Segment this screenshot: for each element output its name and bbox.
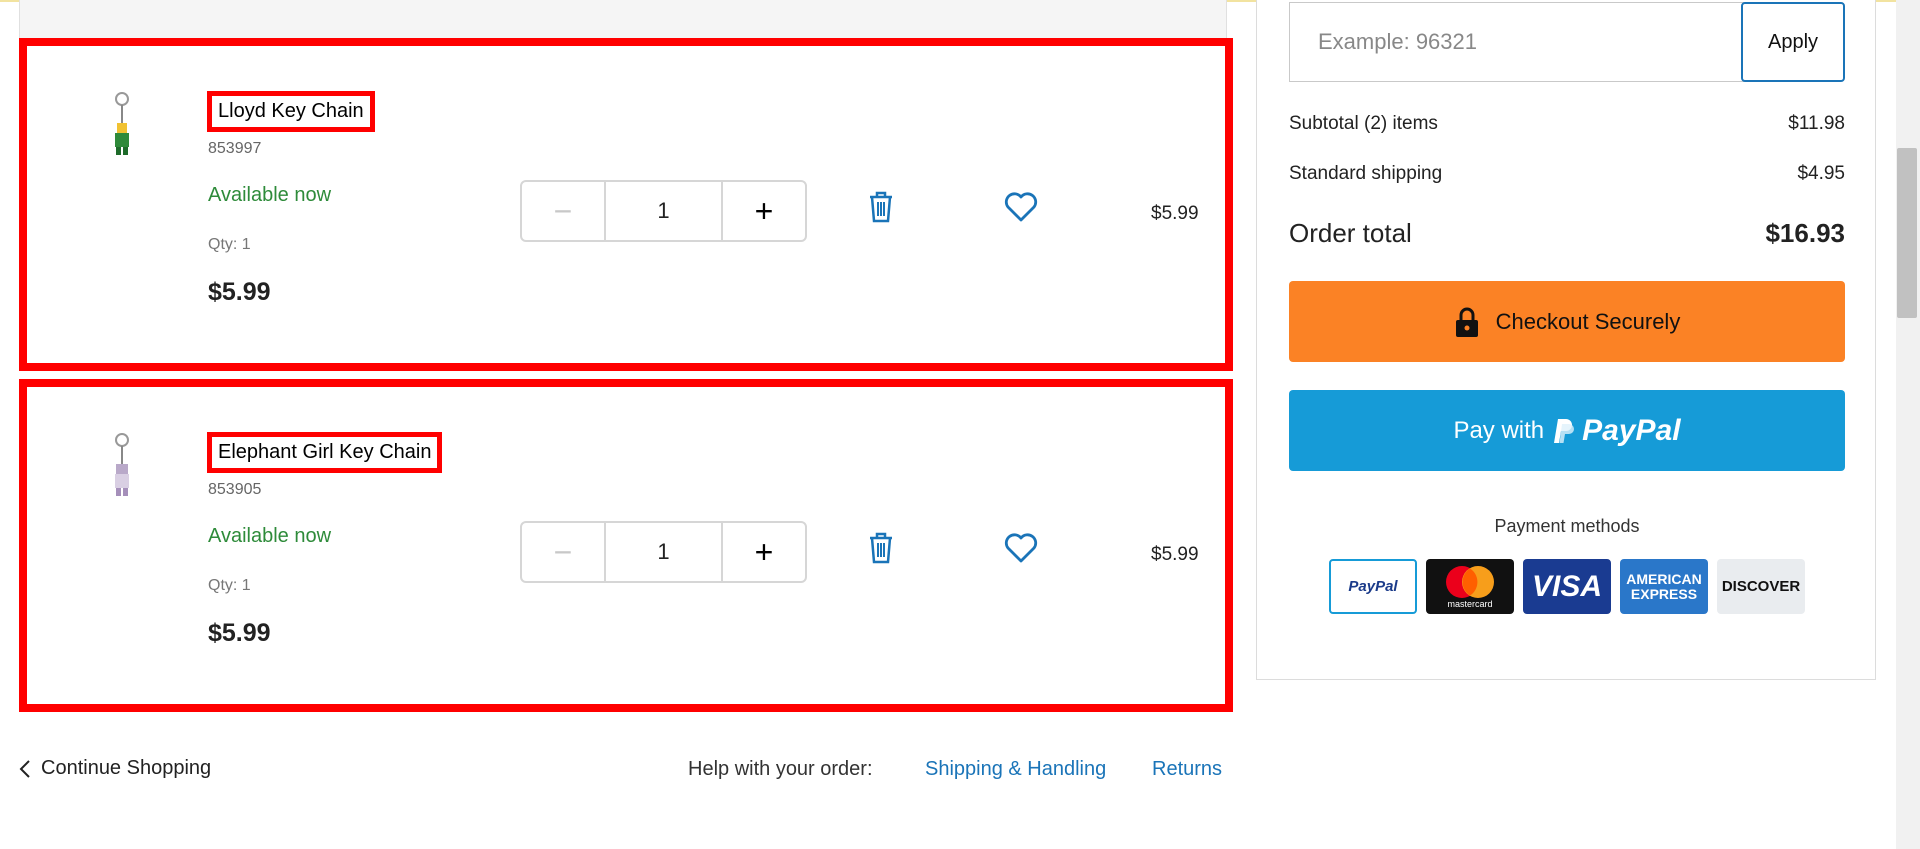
- chevron-left-icon: [19, 759, 30, 778]
- unit-price: $5.99: [208, 619, 271, 647]
- visa-logo: VISA: [1523, 559, 1611, 614]
- heart-icon[interactable]: [1004, 532, 1038, 564]
- shipping-label: Standard shipping: [1289, 163, 1443, 184]
- quantity-label: Qty: 1: [208, 577, 251, 594]
- quantity-stepper: − 1 +: [520, 521, 807, 583]
- quantity-input[interactable]: 1: [606, 523, 721, 581]
- amex-line2: EXPRESS: [1630, 585, 1698, 602]
- mastercard-circles-icon: [1446, 565, 1494, 598]
- paypal-card-logo: PayPal: [1329, 559, 1417, 614]
- increase-quantity-button[interactable]: +: [721, 182, 805, 240]
- trash-icon[interactable]: [866, 190, 896, 224]
- product-name-link[interactable]: Elephant Girl Key Chain: [207, 432, 443, 473]
- lock-icon: [1455, 307, 1478, 337]
- page-scrollbar-track[interactable]: [1896, 0, 1920, 849]
- order-summary-panel: Example: 96321 Apply Subtotal (2) items …: [1256, 0, 1876, 680]
- discover-logo: DISCOVER: [1717, 559, 1805, 614]
- mastercard-logo: mastercard: [1426, 559, 1514, 614]
- continue-shopping-link[interactable]: Continue Shopping: [19, 757, 211, 780]
- order-total-row: Order total $16.93: [1289, 218, 1845, 249]
- subtotal-label: Subtotal (2) items: [1289, 113, 1438, 134]
- amex-logo: AMERICAN EXPRESS: [1620, 559, 1708, 614]
- page-scrollbar-thumb[interactable]: [1897, 148, 1917, 318]
- cart-header-band: [19, 0, 1227, 38]
- heart-icon[interactable]: [1004, 191, 1038, 223]
- product-sku: 853905: [208, 481, 262, 498]
- shipping-handling-link[interactable]: Shipping & Handling: [925, 758, 1106, 781]
- order-total-label: Order total: [1289, 218, 1412, 248]
- availability-status: Available now: [208, 525, 332, 547]
- decrease-quantity-button[interactable]: −: [522, 182, 606, 240]
- help-label: Help with your order:: [688, 758, 873, 780]
- paypal-checkout-button[interactable]: Pay with PayPal: [1289, 390, 1845, 471]
- cart-item: Elephant Girl Key Chain 853905 Available…: [19, 379, 1233, 712]
- cart-item: Lloyd Key Chain 853997 Available now Qty…: [19, 38, 1233, 371]
- product-sku: 853997: [208, 140, 262, 157]
- shipping-row: Standard shipping $4.95: [1289, 163, 1845, 185]
- apply-promo-button[interactable]: Apply: [1741, 2, 1845, 82]
- decrease-quantity-button[interactable]: −: [522, 523, 606, 581]
- continue-shopping-label: Continue Shopping: [41, 757, 212, 779]
- paypal-p-icon: [1554, 418, 1575, 443]
- paypal-prefix: Pay with: [1453, 416, 1545, 444]
- product-name-link[interactable]: Lloyd Key Chain: [207, 91, 375, 132]
- quantity-label: Qty: 1: [208, 236, 251, 253]
- checkout-securely-button[interactable]: Checkout Securely: [1289, 281, 1845, 362]
- checkout-label: Checkout Securely: [1495, 308, 1681, 334]
- paypal-brand: PayPal: [1582, 413, 1681, 447]
- line-total: $5.99: [1151, 544, 1199, 565]
- increase-quantity-button[interactable]: +: [721, 523, 805, 581]
- quantity-stepper: − 1 +: [520, 180, 807, 242]
- keychain-thumbnail[interactable]: [107, 91, 137, 161]
- returns-link[interactable]: Returns: [1152, 758, 1222, 781]
- subtotal-value: $11.98: [1788, 113, 1845, 134]
- keychain-thumbnail[interactable]: [107, 432, 137, 502]
- shipping-value: $4.95: [1797, 163, 1845, 184]
- payment-methods-label: Payment methods: [1494, 516, 1640, 536]
- order-total-value: $16.93: [1765, 218, 1845, 248]
- trash-icon[interactable]: [866, 531, 896, 565]
- line-total: $5.99: [1151, 203, 1199, 224]
- quantity-input[interactable]: 1: [606, 182, 721, 240]
- availability-status: Available now: [208, 184, 332, 206]
- subtotal-row: Subtotal (2) items $11.98: [1289, 113, 1845, 135]
- mastercard-label: mastercard: [1447, 598, 1493, 609]
- amex-line1: AMERICAN: [1626, 570, 1702, 587]
- unit-price: $5.99: [208, 278, 271, 306]
- payment-methods-list: PayPal mastercard VISA AMERICAN EXPRESS …: [1329, 559, 1805, 614]
- promo-code-input[interactable]: Example: 96321: [1289, 2, 1745, 82]
